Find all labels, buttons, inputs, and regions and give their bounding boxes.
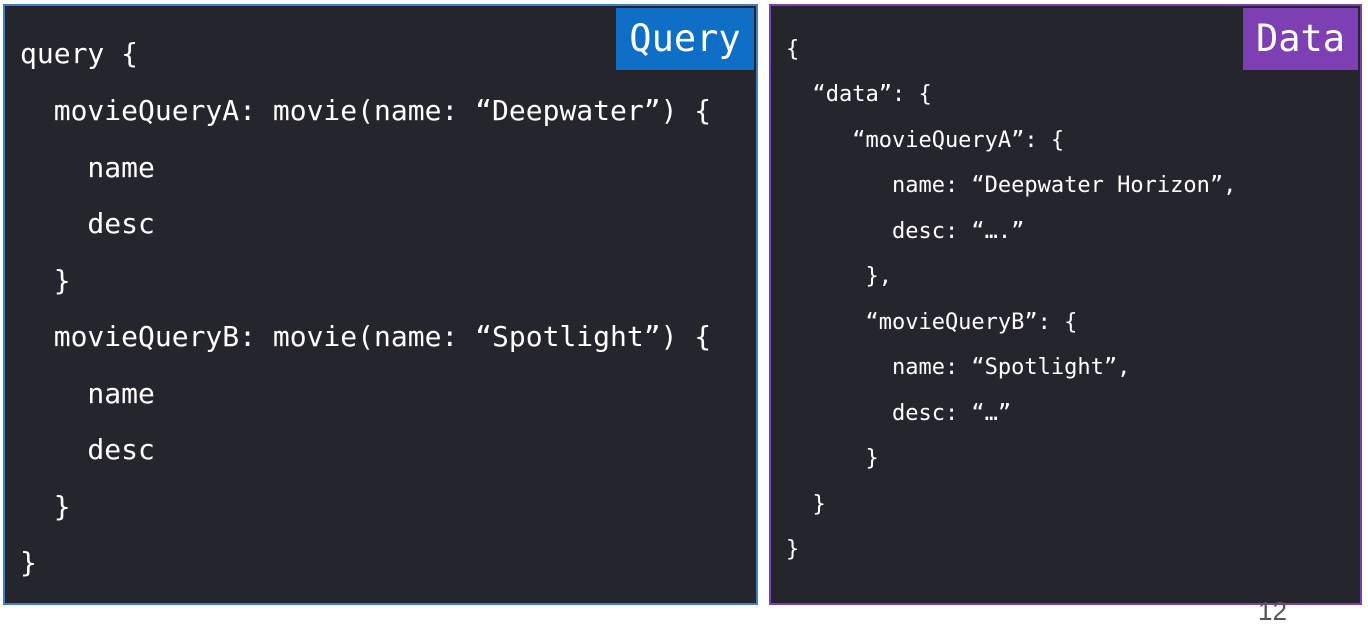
query-badge: Query bbox=[616, 8, 754, 70]
query-line: name bbox=[20, 377, 155, 410]
data-line: desc: “…” bbox=[786, 401, 1012, 426]
data-line: } bbox=[786, 446, 879, 471]
query-line: name bbox=[20, 151, 155, 184]
data-line: } bbox=[786, 537, 800, 562]
query-line: desc bbox=[20, 433, 155, 466]
query-line: query { bbox=[20, 37, 139, 70]
page-number: 12 bbox=[1258, 596, 1287, 626]
data-panel: Data { “data”: { “movieQueryA”: { name: … bbox=[769, 4, 1362, 605]
query-line: } bbox=[20, 490, 71, 523]
data-line: }, bbox=[786, 264, 892, 289]
data-line: “movieQueryB”: { bbox=[786, 310, 1078, 335]
data-line: “data”: { bbox=[786, 82, 932, 107]
data-line: “movieQueryA”: { bbox=[786, 128, 1065, 153]
data-line: { bbox=[786, 37, 800, 62]
data-line: name: “Deepwater Horizon”, bbox=[786, 173, 1237, 198]
data-line: name: “Spotlight”, bbox=[786, 355, 1131, 380]
query-panel: Query query { movieQueryA: movie(name: “… bbox=[3, 4, 758, 605]
query-line: movieQueryA: movie(name: “Deepwater”) { bbox=[20, 94, 712, 127]
query-line: movieQueryB: movie(name: “Spotlight”) { bbox=[20, 320, 712, 353]
query-line: desc bbox=[20, 207, 155, 240]
data-line: desc: “….” bbox=[786, 219, 1025, 244]
data-badge: Data bbox=[1243, 8, 1358, 70]
query-line: } bbox=[20, 546, 37, 579]
data-line: } bbox=[786, 492, 826, 517]
query-line: } bbox=[20, 264, 71, 297]
